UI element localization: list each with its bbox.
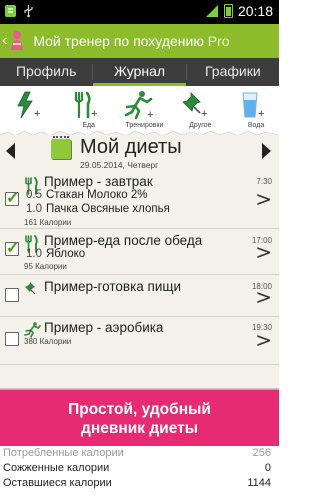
meal-checkbox[interactable] xyxy=(5,332,19,346)
runner-icon: + xyxy=(125,91,154,120)
battery-icon xyxy=(223,4,233,18)
notification-app-icon xyxy=(5,5,16,17)
add-water-label: Вода xyxy=(247,122,265,129)
summary-value: 256 xyxy=(252,447,271,459)
chevron-right-icon[interactable]: > xyxy=(255,285,272,309)
signal-icon xyxy=(205,5,218,17)
meal-calories: 95 Калории xyxy=(24,262,67,271)
promo-line-2: дневник диеты xyxy=(81,420,198,437)
svg-text:+: + xyxy=(91,108,97,120)
app-title: Мой тренер по похудению Pro xyxy=(33,33,230,49)
notepad-icon xyxy=(51,136,71,159)
notification-icons xyxy=(4,4,35,18)
status-time: 20:18 xyxy=(237,3,273,19)
meal-entry-afternoon[interactable]: Пример-еда после обеда 17:00 1.0Яблоко 9… xyxy=(0,229,279,275)
summary-label: Потребленные калории xyxy=(3,447,124,459)
usb-icon xyxy=(24,5,33,18)
diary-card: Мой диеты 29.05.2014, Четверг Пример - з… xyxy=(0,135,279,390)
calorie-summary: Потребленные калории 256 Сожженные калор… xyxy=(0,446,279,496)
chevron-right-icon[interactable]: > xyxy=(255,187,272,211)
action-bar: ‹ Мой тренер по похудению Pro xyxy=(0,24,279,58)
svg-text:+: + xyxy=(201,108,207,120)
pin-icon xyxy=(25,282,36,295)
quick-add-icon: + xyxy=(17,91,40,120)
svg-text:+: + xyxy=(34,108,40,120)
meal-checkbox[interactable] xyxy=(5,238,19,258)
chevron-right-icon[interactable]: > xyxy=(255,328,272,352)
chevron-right-icon[interactable]: > xyxy=(255,240,272,264)
meal-time: 7:30 xyxy=(256,177,272,186)
promo-banner[interactable]: Простой, удобный дневник диеты xyxy=(0,390,279,446)
tab-charts[interactable]: Графики xyxy=(187,58,279,86)
meal-calories: 380 Калории xyxy=(24,337,72,346)
meal-name: Пример-готовка пищи xyxy=(44,279,182,294)
add-workout-label: Тренировки xyxy=(125,122,164,129)
promo-line-1: Простой, удобный xyxy=(68,401,211,418)
diary-title: Мой диеты xyxy=(80,136,182,158)
meal-name: Пример-еда после обеда xyxy=(44,233,203,248)
fork-knife-icon: + xyxy=(74,91,97,120)
meal-entry-cooking[interactable]: Пример-готовка пищи 18:00 > xyxy=(0,275,279,317)
summary-value: 1144 xyxy=(247,477,271,489)
previous-day-arrow-icon[interactable] xyxy=(6,143,15,159)
tab-journal[interactable]: Журнал xyxy=(93,58,186,86)
diary-header: Мой диеты 29.05.2014, Четверг xyxy=(0,135,279,173)
meal-checkbox[interactable] xyxy=(5,288,19,302)
runner-icon xyxy=(24,322,41,338)
add-other-label: Другое xyxy=(189,122,212,129)
add-food-label: Еда xyxy=(82,122,96,129)
food-item: 0.5 Стакан Молоко 2% xyxy=(26,189,148,201)
summary-label: Оставшиеся калории xyxy=(3,477,112,489)
meal-checkbox[interactable] xyxy=(5,188,19,208)
meal-calories: 161 Калории xyxy=(24,218,72,227)
food-item: 1.0 Пачка Овсяные хлопья xyxy=(26,203,170,215)
summary-row-remaining: Оставшиеся калории 1144 xyxy=(0,476,279,492)
next-day-arrow-icon[interactable] xyxy=(262,143,271,159)
meal-name: Пример - аэробика xyxy=(44,320,164,335)
svg-text:+: + xyxy=(147,109,153,120)
status-bar: 20:18 xyxy=(0,0,279,24)
pin-icon: + xyxy=(182,92,208,120)
meal-entry-aerobics[interactable]: Пример - аэробика 19:30 380 Калории > xyxy=(0,317,279,365)
meal-entry-breakfast[interactable]: Пример - завтрак 7:30 0.5Стакан Молоко 2… xyxy=(0,173,279,229)
summary-value: 0 xyxy=(264,462,271,474)
summary-row-burned: Сожженные калории 0 xyxy=(0,461,279,477)
diary-date: 29.05.2014, Четверг xyxy=(80,160,159,170)
svg-text:+: + xyxy=(258,108,264,120)
summary-row-consumed: Потребленные калории 256 xyxy=(0,446,279,462)
meal-name: Пример - завтрак xyxy=(44,174,153,189)
summary-label: Сожженные калории xyxy=(3,462,110,474)
tab-profile[interactable]: Профиль xyxy=(0,58,92,86)
tab-bar: Профиль Журнал Графики xyxy=(0,58,279,86)
water-glass-icon: + xyxy=(242,92,265,120)
food-item: 1.0 Яблоко xyxy=(26,248,86,260)
app-logo-icon[interactable] xyxy=(7,30,27,52)
